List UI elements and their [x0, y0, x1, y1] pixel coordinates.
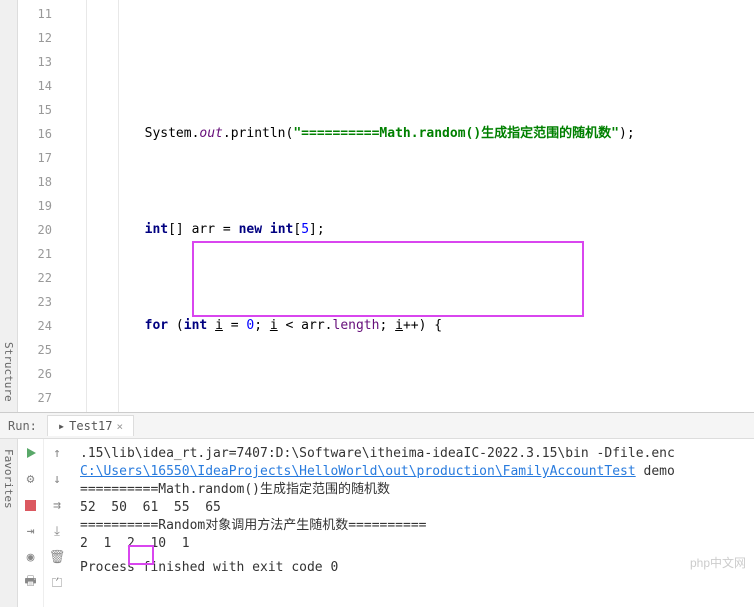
line-num[interactable]: 16	[18, 122, 52, 146]
scroll-icon[interactable]: ⤓	[49, 523, 65, 539]
console-output[interactable]: .15\lib\idea_rt.jar=7407:D:\Software\ith…	[70, 439, 754, 607]
line-num[interactable]: 21	[18, 242, 52, 266]
rerun-button[interactable]	[23, 445, 39, 461]
code-line[interactable]: int[] arr = new int[5];	[62, 218, 754, 242]
line-num[interactable]: 12	[18, 26, 52, 50]
line-num[interactable]: 15	[18, 98, 52, 122]
structure-tool-tab[interactable]: Structure	[0, 0, 18, 412]
clear-icon[interactable]: 🗑	[49, 549, 65, 565]
code-line[interactable]: for (int i = 0; i < arr.length; i++) {	[62, 314, 754, 338]
up-icon[interactable]: ↑	[49, 445, 65, 461]
run-config-icon: ▸	[58, 419, 65, 433]
code-editor[interactable]: System.out.println("==========Math.rando…	[62, 0, 754, 412]
close-icon[interactable]: ×	[117, 420, 124, 433]
line-num[interactable]: 14	[18, 74, 52, 98]
wrap-icon[interactable]: ⇉	[49, 497, 65, 513]
line-num[interactable]: 25	[18, 338, 52, 362]
print-icon[interactable]: 🖶	[23, 575, 39, 591]
console-line: .15\lib\idea_rt.jar=7407:D:\Software\ith…	[80, 445, 744, 463]
line-num[interactable]: 23	[18, 290, 52, 314]
watermark: php中文网	[690, 554, 746, 571]
line-num[interactable]: 27	[18, 386, 52, 410]
highlight-annotation	[192, 241, 584, 317]
console-line: 52 50 61 55 65	[80, 499, 744, 517]
line-num[interactable]: 17	[18, 146, 52, 170]
line-number-gutter: 11 12 13 14 15 16 17 18 19 20 21 22 23 2…	[18, 0, 62, 412]
stop-button[interactable]	[23, 497, 39, 513]
line-num[interactable]: 11	[18, 2, 52, 26]
filter-icon[interactable]: ⏍	[49, 575, 65, 591]
favorites-label: Favorites	[2, 449, 15, 509]
run-toolbar-secondary: ↑ ↓ ⇉ ⤓ 🗑 ⏍	[44, 439, 70, 607]
run-header: Run: ▸ Test17 ×	[0, 413, 754, 439]
console-line: ==========Random对象调用方法产生随机数==========	[80, 517, 744, 535]
console-line: Process finished with exit code 0	[80, 559, 744, 577]
line-num[interactable]: 22	[18, 266, 52, 290]
line-num[interactable]: 20	[18, 218, 52, 242]
editor-area: Structure 11 12 13 14 15 16 17 18 19 20 …	[0, 0, 754, 412]
line-num[interactable]: 18	[18, 170, 52, 194]
run-panel: Run: ▸ Test17 × Favorites ⚙ ⇥ ◉ 🖶 ↑ ↓ ⇉ …	[0, 412, 754, 607]
run-tab[interactable]: ▸ Test17 ×	[47, 415, 134, 436]
line-num[interactable]: 26	[18, 362, 52, 386]
exit-button[interactable]: ⇥	[23, 523, 39, 539]
line-num[interactable]: 13	[18, 50, 52, 74]
line-num[interactable]: 24	[18, 314, 52, 338]
code-line[interactable]: System.out.println("==========Math.rando…	[62, 122, 754, 146]
down-icon[interactable]: ↓	[49, 471, 65, 487]
tool-button[interactable]: ⚙	[23, 471, 39, 487]
line-num[interactable]: 19	[18, 194, 52, 218]
run-label: Run:	[8, 419, 37, 433]
structure-label: Structure	[2, 342, 15, 402]
run-toolbar-primary: ⚙ ⇥ ◉ 🖶	[18, 439, 44, 607]
run-tab-label: Test17	[69, 419, 112, 433]
code-line[interactable]: arr[i] = (int) (20 + Math.random() * (80…	[62, 410, 754, 412]
favorites-tool-tab[interactable]: Favorites	[0, 439, 18, 607]
file-link[interactable]: C:\Users\16550\IdeaProjects\HelloWorld\o…	[80, 464, 636, 479]
console-line: 2 1 2 10 1	[80, 535, 744, 553]
console-line: C:\Users\16550\IdeaProjects\HelloWorld\o…	[80, 463, 744, 481]
camera-icon[interactable]: ◉	[23, 549, 39, 565]
console-line: ==========Math.random()生成指定范围的随机数	[80, 481, 744, 499]
